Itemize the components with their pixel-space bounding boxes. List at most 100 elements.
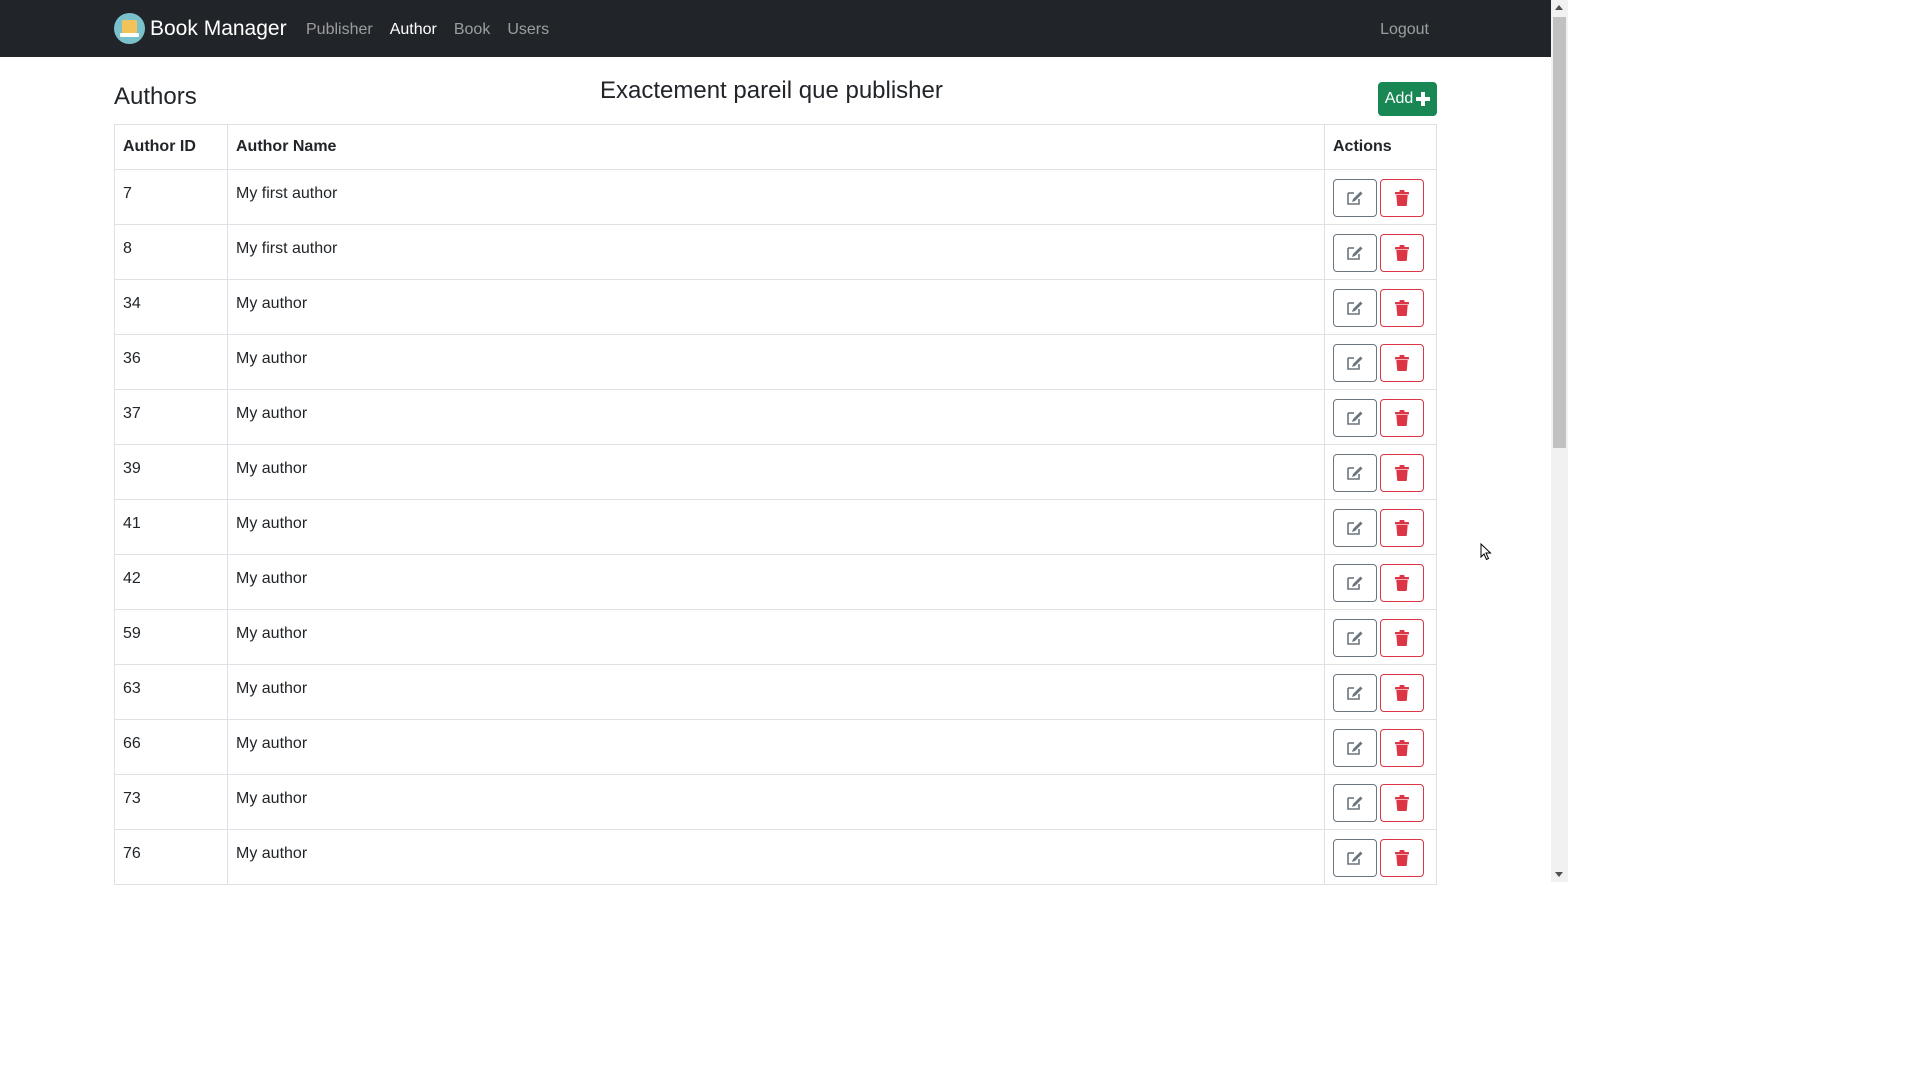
table-row: 41 My author xyxy=(114,499,1437,555)
edit-button[interactable] xyxy=(1333,784,1377,822)
author-id-cell: 39 xyxy=(114,444,228,500)
edit-button[interactable] xyxy=(1333,289,1377,327)
actions-cell xyxy=(1324,279,1437,335)
delete-button[interactable] xyxy=(1380,784,1424,822)
header-actions: Actions xyxy=(1324,124,1437,170)
author-name-cell: My author xyxy=(227,719,1325,775)
delete-button[interactable] xyxy=(1380,564,1424,602)
author-name-cell: My author xyxy=(227,444,1325,500)
plus-icon xyxy=(1416,92,1431,106)
delete-button[interactable] xyxy=(1380,399,1424,437)
delete-button[interactable] xyxy=(1380,509,1424,547)
logout-link[interactable]: Logout xyxy=(1380,18,1429,42)
page-scrollbar[interactable] xyxy=(1551,0,1568,882)
edit-button[interactable] xyxy=(1333,454,1377,492)
table-row: 8 My first author xyxy=(114,224,1437,280)
author-id-cell: 42 xyxy=(114,554,228,610)
add-author-button[interactable]: Add xyxy=(1378,82,1437,116)
edit-button[interactable] xyxy=(1333,674,1377,712)
author-name-cell: My author xyxy=(227,279,1325,335)
table-row: 37 My author xyxy=(114,389,1437,445)
actions-cell xyxy=(1324,774,1437,830)
author-name-cell: My author xyxy=(227,334,1325,390)
header-author-id: Author ID xyxy=(114,124,228,170)
author-name-cell: My author xyxy=(227,389,1325,445)
edit-button[interactable] xyxy=(1333,839,1377,877)
author-id-cell: 73 xyxy=(114,774,228,830)
author-name-cell: My author xyxy=(227,774,1325,830)
author-id-cell: 63 xyxy=(114,664,228,720)
author-id-cell: 76 xyxy=(114,829,228,885)
table-row: 66 My author xyxy=(114,719,1437,775)
author-id-cell: 34 xyxy=(114,279,228,335)
actions-cell xyxy=(1324,444,1437,500)
author-id-cell: 37 xyxy=(114,389,228,445)
table-row: 63 My author xyxy=(114,664,1437,720)
header-author-name: Author Name xyxy=(227,124,1325,170)
authors-table: Author ID Author Name Actions 7 My first … xyxy=(114,124,1437,885)
top-navbar: Book Manager Publisher Author Book Users… xyxy=(0,0,1551,57)
table-row: 59 My author xyxy=(114,609,1437,665)
edit-button[interactable] xyxy=(1333,564,1377,602)
nav-link-book[interactable]: Book xyxy=(454,18,490,42)
table-row: 36 My author xyxy=(114,334,1437,390)
author-id-cell: 66 xyxy=(114,719,228,775)
edit-button[interactable] xyxy=(1333,179,1377,217)
author-name-cell: My author xyxy=(227,609,1325,665)
table-row: 34 My author xyxy=(114,279,1437,335)
table-row: 7 My first author xyxy=(114,169,1437,225)
actions-cell xyxy=(1324,664,1437,720)
delete-button[interactable] xyxy=(1380,234,1424,272)
actions-cell xyxy=(1324,499,1437,555)
table-header-row: Author ID Author Name Actions xyxy=(114,124,1437,170)
edit-button[interactable] xyxy=(1333,509,1377,547)
author-name-cell: My author xyxy=(227,829,1325,885)
author-name-cell: My first author xyxy=(227,169,1325,225)
author-id-cell: 36 xyxy=(114,334,228,390)
actions-cell xyxy=(1324,554,1437,610)
author-name-cell: My first author xyxy=(227,224,1325,280)
table-row: 76 My author xyxy=(114,829,1437,885)
table-row: 73 My author xyxy=(114,774,1437,830)
actions-cell xyxy=(1324,609,1437,665)
delete-button[interactable] xyxy=(1380,839,1424,877)
author-id-cell: 7 xyxy=(114,169,228,225)
mouse-cursor-icon xyxy=(1480,543,1492,561)
delete-button[interactable] xyxy=(1380,729,1424,767)
delete-button[interactable] xyxy=(1380,454,1424,492)
delete-button[interactable] xyxy=(1380,179,1424,217)
edit-button[interactable] xyxy=(1333,729,1377,767)
scroll-up-icon[interactable] xyxy=(1555,5,1563,10)
actions-cell xyxy=(1324,719,1437,775)
book-logo-icon xyxy=(114,13,145,44)
table-row: 42 My author xyxy=(114,554,1437,610)
page-subtitle: Exactement pareil que publisher xyxy=(600,77,943,104)
actions-cell xyxy=(1324,334,1437,390)
scroll-down-icon[interactable] xyxy=(1555,872,1563,877)
add-button-label: Add xyxy=(1384,90,1414,107)
nav-link-publisher[interactable]: Publisher xyxy=(306,18,373,42)
page-title: Authors xyxy=(114,83,197,110)
edit-button[interactable] xyxy=(1333,234,1377,272)
edit-button[interactable] xyxy=(1333,399,1377,437)
scrollbar-thumb[interactable] xyxy=(1553,17,1566,448)
nav-link-users[interactable]: Users xyxy=(507,18,549,42)
author-id-cell: 41 xyxy=(114,499,228,555)
brand-link[interactable]: Book Manager xyxy=(114,13,287,44)
edit-button[interactable] xyxy=(1333,619,1377,657)
actions-cell xyxy=(1324,169,1437,225)
author-name-cell: My author xyxy=(227,499,1325,555)
author-id-cell: 59 xyxy=(114,609,228,665)
delete-button[interactable] xyxy=(1380,674,1424,712)
edit-button[interactable] xyxy=(1333,344,1377,382)
brand-name: Book Manager xyxy=(150,17,287,40)
actions-cell xyxy=(1324,389,1437,445)
nav-link-author[interactable]: Author xyxy=(390,18,437,42)
author-name-cell: My author xyxy=(227,554,1325,610)
author-name-cell: My author xyxy=(227,664,1325,720)
delete-button[interactable] xyxy=(1380,619,1424,657)
author-id-cell: 8 xyxy=(114,224,228,280)
table-body: 7 My first author 8 My first author 34 My aut… xyxy=(114,169,1437,885)
delete-button[interactable] xyxy=(1380,344,1424,382)
delete-button[interactable] xyxy=(1380,289,1424,327)
